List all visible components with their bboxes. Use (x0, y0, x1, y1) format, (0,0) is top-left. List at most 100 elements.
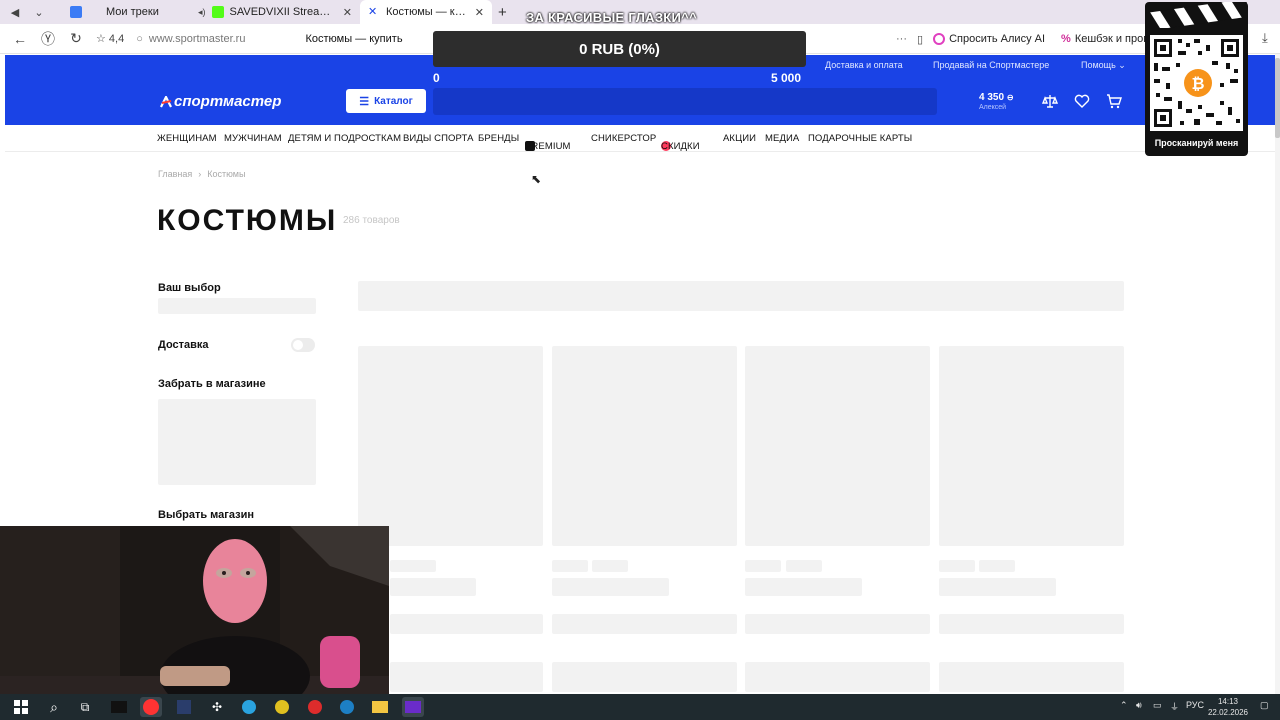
windows-start-icon[interactable] (10, 697, 32, 717)
choose-store-link[interactable]: Выбрать магазин (158, 509, 254, 521)
product-card-placeholder (745, 662, 930, 692)
notifications-icon[interactable]: ▢ (1260, 700, 1269, 711)
price-placeholder (390, 560, 436, 572)
app-icon[interactable] (271, 697, 293, 717)
delivery-link[interactable]: Доставка и оплата (825, 60, 903, 70)
chevron-right-icon: › (198, 169, 202, 179)
microphone-icon[interactable]: ⏚ (1170, 700, 1179, 713)
tab-sportmaster[interactable]: ✕ Костюмы — купить с д ✕ (360, 0, 492, 24)
filter-pickup: Забрать в магазине (158, 378, 266, 390)
download-icon[interactable]: ⤓ (1262, 30, 1268, 46)
yandex-icon[interactable]: Ⓨ (34, 29, 62, 49)
ask-alice-button[interactable]: Спросить Алису AI (933, 33, 1045, 45)
help-link[interactable]: Помощь ⌄ (1081, 60, 1126, 71)
kick-favicon-icon (211, 6, 224, 18)
webcam-overlay (0, 526, 389, 694)
delivery-toggle[interactable] (291, 338, 315, 352)
product-card-placeholder (939, 662, 1124, 692)
close-tab-icon[interactable]: ✕ (343, 6, 352, 19)
nav-kids[interactable]: ДЕТЯМ И ПОДРОСТКАМ (288, 133, 401, 144)
search-input[interactable] (433, 88, 937, 115)
scrollbar-thumb[interactable] (1275, 58, 1280, 138)
cashback-button[interactable]: % Кешбэк и пром (1061, 33, 1151, 45)
product-card-placeholder (745, 346, 930, 546)
tab-my-tracks[interactable]: Мои треки (62, 0, 190, 24)
price-placeholder (552, 560, 588, 572)
site-rating[interactable]: ☆ 4,4 (96, 32, 124, 45)
task-view-icon[interactable]: ⧉ (74, 697, 96, 717)
compare-icon[interactable] (1041, 92, 1059, 110)
nav-women[interactable]: ЖЕНЩИНАМ (157, 133, 217, 144)
close-tab-icon[interactable]: ✕ (475, 6, 484, 19)
product-count: 286 товаров (343, 215, 400, 226)
app-icon[interactable] (336, 697, 358, 717)
product-card-placeholder (358, 346, 543, 546)
star-icon: ☆ (96, 33, 109, 45)
button-placeholder (390, 614, 543, 634)
donation-goal-bar: 0 RUB (0%) (433, 31, 806, 67)
nav-gift-cards[interactable]: ПОДАРОЧНЫЕ КАРТЫ (808, 133, 912, 144)
address-page-title: Костюмы — купить (305, 32, 403, 45)
nav-promos[interactable]: АКЦИИ (723, 133, 756, 144)
obs-app-icon[interactable] (402, 697, 424, 717)
chevron-down-icon: ⌄ (1118, 60, 1126, 70)
tab-list-chevron-icon[interactable]: ⌄ (30, 3, 48, 21)
price-placeholder (592, 560, 628, 572)
nav-men[interactable]: МУЖЧИНАМ (224, 133, 282, 144)
sort-bar-placeholder (358, 281, 1124, 311)
price-placeholder (939, 560, 975, 572)
name-placeholder (552, 578, 669, 596)
price-placeholder (745, 560, 781, 572)
search-icon[interactable]: ⌕ (43, 697, 65, 717)
mouse-cursor-icon: ⬉ (531, 172, 542, 186)
app-icon[interactable]: ✣ (206, 697, 228, 717)
mute-icon[interactable]: ◀ (6, 3, 24, 21)
telegram-icon[interactable] (238, 697, 260, 717)
back-arrow-icon[interactable]: ← (6, 31, 34, 47)
product-card-placeholder (552, 662, 737, 692)
yandex-browser-icon[interactable] (140, 697, 162, 717)
name-placeholder (390, 578, 476, 596)
filter-your-choice: Ваш выбор (158, 282, 221, 294)
bookmark-icon[interactable]: ▯ (917, 33, 923, 46)
new-tab-icon[interactable]: + (498, 4, 507, 21)
logo-mark-icon (160, 95, 172, 107)
app-icon[interactable] (173, 697, 195, 717)
breadcrumb-current[interactable]: Костюмы (207, 169, 245, 179)
breadcrumb-home[interactable]: Главная (158, 169, 192, 179)
system-clock[interactable]: 14:13 22.02.2026 (1206, 696, 1250, 718)
app-icon[interactable] (304, 697, 326, 717)
category-nav: ЖЕНЩИНАМ МУЖЧИНАМ ДЕТЯМ И ПОДРОСТКАМ ВИД… (5, 125, 1275, 152)
reload-icon[interactable]: ↻ (62, 30, 90, 47)
nav-sneakerstore[interactable]: СНИКЕРСТОР (591, 133, 656, 144)
page-scrollbar[interactable] (1275, 54, 1280, 694)
keyboard-language[interactable]: РУС (1186, 700, 1204, 710)
cart-icon[interactable] (1105, 92, 1123, 110)
nav-brands[interactable]: БРЕНДЫ (478, 133, 519, 144)
page-title: КОСТЮМЫ (157, 204, 338, 237)
volume-icon[interactable]: 🔊︎ (1136, 700, 1142, 711)
network-icon[interactable]: ▭ (1153, 700, 1162, 711)
sell-link[interactable]: Продавай на Спортмастере (933, 60, 1049, 70)
site-logo[interactable]: спортмастер (160, 93, 281, 110)
donation-goal-min: 0 (433, 71, 440, 85)
product-card-placeholder (552, 346, 737, 546)
file-explorer-icon[interactable] (369, 697, 391, 717)
speaker-icon[interactable]: ◂) (198, 7, 206, 18)
qr-caption: Просканируй меня (1154, 138, 1239, 148)
tray-chevron-up-icon[interactable]: ⌃ (1120, 700, 1128, 711)
favorites-heart-icon[interactable] (1073, 92, 1091, 110)
catalog-button[interactable]: ☰ Каталог (346, 89, 426, 113)
more-icon[interactable]: ··· (896, 33, 907, 45)
button-placeholder (745, 614, 930, 634)
terminal-app-icon[interactable] (108, 697, 130, 717)
tab-stream[interactable]: ◂) SAVEDVIXII Stream - Watc ✕ (190, 0, 360, 24)
filter-chips-placeholder (158, 298, 316, 314)
site-header: спортмастер ☰ Каталог 4 350 ⊖ Алексей (5, 77, 1275, 125)
bonus-balance[interactable]: 4 350 ⊖ Алексей (979, 92, 1014, 111)
nav-media[interactable]: МЕДИА (765, 133, 799, 144)
nav-sports[interactable]: ВИДЫ СПОРТА (403, 133, 474, 144)
filter-delivery: Доставка (158, 339, 209, 351)
url-field[interactable]: ○ www.sportmaster.ru (136, 33, 245, 45)
button-placeholder (939, 614, 1124, 634)
